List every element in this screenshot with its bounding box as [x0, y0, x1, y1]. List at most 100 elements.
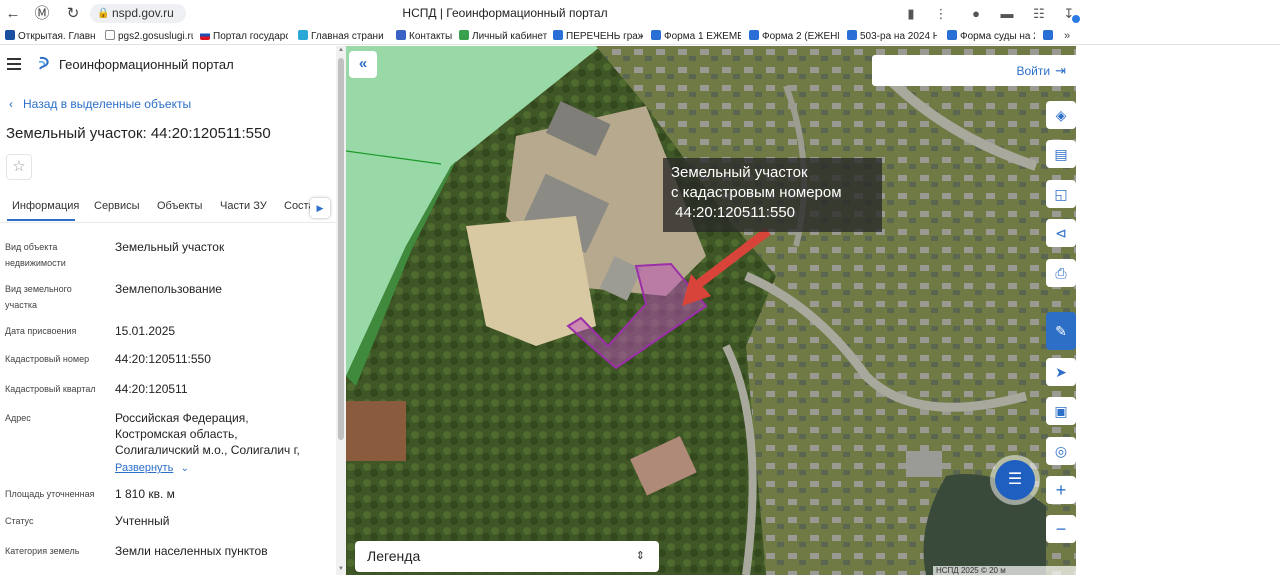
map-view[interactable] — [346, 46, 1076, 575]
field-label: Площадь уточненная — [5, 489, 95, 499]
field-value: 1 810 кв. м — [115, 487, 175, 501]
chevron-left-icon: ‹ — [9, 97, 13, 111]
report-icon: ✎ — [1055, 323, 1067, 339]
layers-button[interactable]: ◈ — [1046, 101, 1076, 129]
scroll-down-icon[interactable]: ▼ — [337, 566, 345, 574]
plus-icon: + — [1055, 480, 1067, 500]
tabs-scroll-right-icon[interactable]: ▶ — [310, 198, 330, 218]
info-panel: Геоинформационный портал ‹ Назад в выделе… — [0, 46, 336, 575]
browser-toolbar: ← Ⓜ ↻ 🔒 nspd.gov.ru НСПД | Геоинформацио… — [0, 0, 1280, 28]
page-icon — [105, 30, 115, 40]
expand-address-link[interactable]: Развернуть ⌄ — [115, 459, 325, 477]
back-arrow-icon[interactable]: ← — [2, 4, 24, 24]
bookmark-item[interactable]: 503-ра на 2024 НС — [847, 30, 937, 43]
field-label: Вид объекта недвижимости — [5, 242, 66, 268]
field-value: 44:20:120511:550 — [115, 352, 211, 366]
tab-parts[interactable]: Части ЗУ — [220, 200, 267, 212]
print-icon: ⎙ — [1055, 265, 1067, 281]
field-label: Кадастровый номер — [5, 354, 90, 364]
address-text: nspd.gov.ru — [112, 6, 174, 20]
incognito-icon[interactable]: ▬ — [998, 5, 1016, 23]
portal-logo-icon — [38, 56, 49, 70]
bookmarks-more-button[interactable]: » — [1064, 30, 1070, 42]
bookmark-item[interactable] — [1043, 30, 1057, 43]
address-bar[interactable]: 🔒 nspd.gov.ru — [90, 4, 186, 23]
select-area-icon: ◱ — [1054, 186, 1068, 202]
object-title: Земельный участок: 44:20:120511:550 — [6, 125, 271, 142]
page-background — [1076, 46, 1280, 575]
share-button[interactable]: ⊲ — [1046, 219, 1076, 247]
map-report-button[interactable]: ✎ — [1046, 312, 1076, 350]
zoom-in-button[interactable]: + — [1046, 476, 1076, 504]
active-tab-indicator — [7, 219, 75, 221]
bookmark-item[interactable]: Форма суды на 2 — [947, 30, 1035, 43]
measure-button[interactable]: ▤ — [1046, 140, 1076, 168]
map-copyright: НСПД 2025 © 20 м — [933, 566, 1076, 575]
field-label: Адрес — [5, 413, 31, 423]
bookmark-favicon-icon — [5, 30, 15, 40]
login-icon: ⇥ — [1055, 63, 1066, 78]
route-icon: ◎ — [1054, 443, 1068, 459]
field-label: Кадастровый квартал — [5, 384, 96, 394]
bookmark-item[interactable]: Портал государст — [200, 30, 288, 43]
select-area-button[interactable]: ◱ — [1046, 180, 1076, 208]
satellite-imagery — [346, 46, 1076, 575]
bookmark-item[interactable]: Главная страница — [298, 30, 384, 43]
legend-label: Легенда — [367, 548, 421, 564]
bookmark-favicon-icon — [749, 30, 759, 40]
collapse-panel-button[interactable]: « — [349, 51, 377, 78]
share-icon: ⊲ — [1055, 225, 1067, 241]
bookmark-favicon-icon — [847, 30, 857, 40]
tab-composition[interactable]: Соста — [284, 200, 310, 212]
favorite-star-icon[interactable]: ☆ — [6, 154, 32, 180]
bookmark-item[interactable]: Форма 1 ЕЖЕМЕ — [651, 30, 741, 43]
chevron-down-icon: ⌄ — [180, 463, 190, 474]
page-tab-title: НСПД | Геоинформационный портал — [402, 6, 608, 20]
bookmark-icon[interactable]: ▮ — [902, 5, 920, 23]
bookmark-favicon-icon — [1043, 30, 1053, 40]
bookmark-favicon-icon — [553, 30, 563, 40]
parcel-tooltip: Земельный участок с кадастровым номером … — [663, 158, 882, 232]
legend-select[interactable]: Легенда ⇕ — [355, 541, 659, 572]
field-value: Земельный участок — [115, 240, 225, 254]
bookmark-item[interactable]: Форма 2 (ЕЖЕНЕ — [749, 30, 839, 43]
field-label: Дата присвоения — [5, 326, 77, 336]
field-label: Статус — [5, 516, 34, 526]
bookmark-favicon-icon — [459, 30, 469, 40]
geolocation-button[interactable]: ➤ — [1046, 358, 1076, 386]
tab-objects[interactable]: Объекты — [157, 200, 202, 212]
bookmark-item[interactable]: pgs2.gosuslugi.ru — [105, 30, 193, 43]
bookmark-item[interactable]: ПЕРЕЧЕНЬ гражд — [553, 30, 643, 43]
chat-icon: ☰ — [995, 460, 1035, 500]
login-button[interactable]: Войти ⇥ — [1017, 63, 1067, 79]
extension-icon[interactable]: ● — [967, 5, 985, 23]
bookmark-item[interactable]: Контакты — [396, 30, 454, 43]
info-tabs: Информация Сервисы Объекты Части ЗУ Сост… — [0, 197, 336, 223]
ruler-icon: ▤ — [1054, 146, 1068, 162]
tab-information[interactable]: Информация — [12, 200, 79, 212]
yandex-icon[interactable]: Ⓜ — [31, 4, 53, 24]
puzzle-icon[interactable]: ☷ — [1030, 5, 1048, 23]
bookmark-item[interactable]: Личный кабинет — [459, 30, 547, 43]
back-to-selected-link[interactable]: ‹ Назад в выделенные объекты — [9, 97, 191, 111]
field-value: Землепользование — [115, 282, 222, 296]
field-label: Вид земельного участка — [5, 284, 72, 310]
panel-scroll-thumb[interactable] — [338, 58, 344, 440]
chat-button[interactable]: ☰ — [990, 455, 1040, 505]
zoom-out-button[interactable]: − — [1046, 515, 1076, 543]
menu-icon[interactable] — [7, 58, 21, 70]
bookmarks-bar: Открытая. Главна pgs2.gosuslugi.ru Порта… — [0, 28, 1280, 45]
more-menu-icon[interactable]: ⋮ — [932, 5, 950, 23]
bookmark-favicon-icon — [947, 30, 957, 40]
field-value: Земли населенных пунктов — [115, 544, 268, 558]
route-button[interactable]: ◎ — [1046, 437, 1076, 465]
field-value: Российская Федерация, Костромская област… — [115, 411, 300, 457]
portal-title: Геоинформационный портал — [59, 57, 234, 72]
minimap-button[interactable]: ▣ — [1046, 397, 1076, 425]
scroll-up-icon[interactable]: ▲ — [337, 47, 345, 55]
minus-icon: − — [1055, 519, 1067, 539]
tab-services[interactable]: Сервисы — [94, 200, 140, 212]
print-button[interactable]: ⎙ — [1046, 259, 1076, 287]
reload-icon[interactable]: ↻ — [62, 4, 84, 24]
bookmark-item[interactable]: Открытая. Главна — [5, 30, 95, 43]
